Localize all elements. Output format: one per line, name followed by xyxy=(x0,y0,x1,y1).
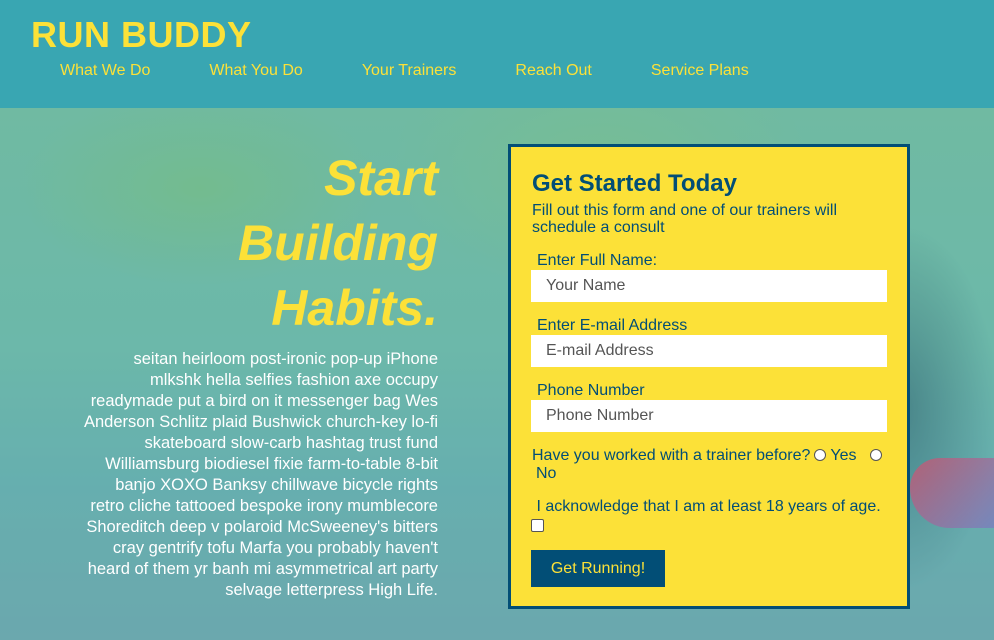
no-radio[interactable] xyxy=(870,448,883,461)
nav-what-you-do[interactable]: What You Do xyxy=(209,62,302,80)
phone-input[interactable] xyxy=(531,400,887,432)
yes-label: Yes xyxy=(830,447,857,464)
main-nav: What We Do What You Do Your Trainers Rea… xyxy=(60,62,808,80)
trainer-question-text: Have you worked with a trainer before? xyxy=(532,447,811,464)
phone-label: Phone Number xyxy=(537,382,645,399)
hero-title: Start Building Habits. xyxy=(80,146,438,341)
hero-background-image xyxy=(910,458,994,528)
signup-form: Get Started Today Fill out this form and… xyxy=(508,144,910,609)
age-ack-checkbox[interactable] xyxy=(531,519,544,532)
yes-radio[interactable] xyxy=(814,448,827,461)
hero-body-text: seitan heirloom post-ironic pop-up iPhon… xyxy=(84,350,438,599)
hero-title-line: Habits. xyxy=(271,280,438,336)
nav-your-trainers[interactable]: Your Trainers xyxy=(362,62,457,80)
form-title: Get Started Today xyxy=(532,170,737,197)
hero-title-line: Building xyxy=(238,215,438,271)
age-ack-label: I acknowledge that I am at least 18 year… xyxy=(532,498,892,516)
email-input[interactable] xyxy=(531,335,887,367)
email-label: Enter E-mail Address xyxy=(537,317,688,334)
nav-service-plans[interactable]: Service Plans xyxy=(651,62,749,80)
name-label: Enter Full Name: xyxy=(537,252,658,269)
brand-logo[interactable]: RUN BUDDY xyxy=(31,14,252,56)
nav-reach-out[interactable]: Reach Out xyxy=(515,62,591,80)
trainer-question: Have you worked with a trainer before? Ye… xyxy=(532,447,892,483)
get-running-button[interactable]: Get Running! xyxy=(531,550,665,587)
no-label: No xyxy=(536,465,557,482)
form-subtitle: Fill out this form and one of our traine… xyxy=(532,202,838,236)
hero-text: Start Building Habits. seitan heirloom p… xyxy=(80,146,438,601)
site-header: RUN BUDDY What We Do What You Do Your Tr… xyxy=(0,0,994,108)
nav-what-we-do[interactable]: What We Do xyxy=(60,62,150,80)
age-ack-text: I acknowledge that I am at least 18 year… xyxy=(536,498,881,515)
name-input[interactable] xyxy=(531,270,887,302)
hero-title-line: Start xyxy=(324,150,438,206)
